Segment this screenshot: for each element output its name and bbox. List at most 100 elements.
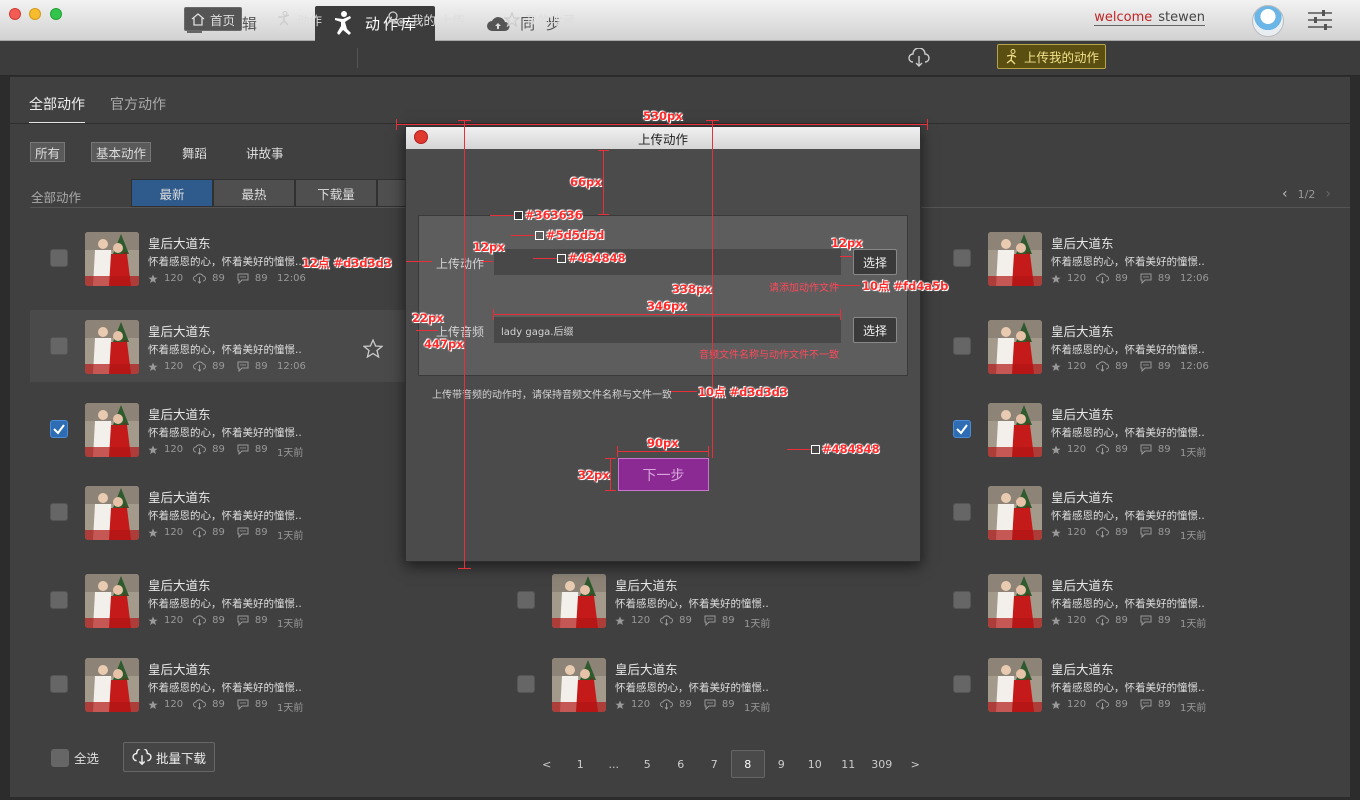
choose-action-button[interactable]: 选择 — [853, 249, 897, 275]
avatar[interactable] — [1252, 5, 1284, 37]
list-item[interactable]: 皇后大道东 怀着感恩的心，怀着美好的憧憬.. 120 89 89 12:06 — [30, 310, 410, 382]
item-thumbnail[interactable] — [988, 658, 1042, 712]
sort-downloads[interactable]: 下载量 — [295, 179, 377, 207]
upload-audio-field[interactable]: lady gaga.后缀 — [494, 317, 841, 343]
tab-all-actions[interactable]: 全部动作 — [29, 94, 85, 124]
cloud-download-icon — [193, 444, 207, 455]
page-button[interactable]: 6 — [664, 750, 698, 778]
item-thumbnail[interactable] — [85, 320, 139, 374]
item-thumbnail[interactable] — [85, 403, 139, 457]
item-thumbnail[interactable] — [988, 232, 1042, 286]
measure-338-line — [712, 120, 713, 458]
item-downloads: 89 — [1115, 615, 1128, 626]
list-item[interactable]: 皇后大道东 怀着感恩的心，怀着美好的憧憬.. 120 89 89 1天前 — [933, 564, 1360, 636]
measure-447-label: 447px — [424, 337, 464, 351]
next-step-button[interactable]: 下一步 — [618, 458, 709, 491]
next-page-button[interactable]: > — [899, 750, 933, 778]
item-thumbnail[interactable] — [552, 574, 606, 628]
item-description: 怀着感恩的心，怀着美好的憧憬.. — [148, 256, 302, 268]
welcome-user[interactable]: welcome stewen — [1094, 10, 1205, 26]
choose-audio-button[interactable]: 选择 — [853, 317, 897, 343]
page-button[interactable]: 5 — [631, 750, 665, 778]
item-checkbox[interactable] — [50, 337, 68, 355]
item-thumbnail[interactable] — [85, 574, 139, 628]
upload-my-action-button[interactable]: 上传我的动作 — [997, 44, 1107, 69]
settings-sliders-icon[interactable] — [1308, 10, 1332, 30]
prev-page-button[interactable]: < — [530, 750, 564, 778]
list-item[interactable]: 皇后大道东 怀着感恩的心，怀着美好的憧憬.. 120 89 89 1天前 — [30, 476, 470, 548]
filter-all[interactable]: 所有 — [30, 142, 66, 162]
nav-my-favorites[interactable]: 我的收藏 — [498, 7, 581, 31]
item-thumbnail[interactable] — [552, 658, 606, 712]
favorite-star-icon[interactable] — [363, 339, 383, 358]
cloud-download-icon — [132, 748, 152, 765]
item-title: 皇后大道东 — [1051, 324, 1114, 339]
item-thumbnail[interactable] — [988, 486, 1042, 540]
sort-newest[interactable]: 最新 — [131, 179, 213, 207]
list-item[interactable]: 皇后大道东 怀着感恩的心，怀着美好的憧憬.. 120 89 89 1天前 — [497, 648, 937, 720]
item-thumbnail[interactable] — [85, 232, 139, 286]
star-icon — [1051, 445, 1061, 454]
window-close-button[interactable] — [9, 8, 21, 20]
window-maximize-button[interactable] — [50, 8, 62, 20]
item-checkbox[interactable] — [50, 591, 68, 609]
color-swatch — [514, 211, 523, 220]
star-icon — [1051, 616, 1061, 625]
item-checkbox[interactable] — [953, 337, 971, 355]
nav-my-uploads[interactable]: 我的 上传 — [380, 7, 471, 31]
filter-dance[interactable]: 舞蹈 — [178, 142, 211, 162]
cloud-download-icon — [1096, 699, 1110, 710]
cloud-download-icon[interactable] — [908, 48, 930, 68]
item-checkbox[interactable] — [517, 675, 535, 693]
list-item[interactable]: 皇后大道东 怀着感恩的心，怀着美好的憧憬.. 120 89 89 1天前 — [497, 564, 937, 636]
item-checkbox[interactable] — [953, 675, 971, 693]
item-thumbnail[interactable] — [988, 320, 1042, 374]
filter-story[interactable]: 讲故事 — [242, 142, 288, 162]
list-item[interactable]: 皇后大道东 怀着感恩的心，怀着美好的憧憬.. 120 89 89 12:06 — [933, 310, 1360, 382]
list-item[interactable]: 皇后大道东 怀着感恩的心，怀着美好的憧憬.. 120 89 89 1天前 — [933, 393, 1360, 465]
item-checkbox[interactable] — [953, 591, 971, 609]
page-button[interactable]: 9 — [765, 750, 799, 778]
page-button[interactable]: 8 — [731, 750, 765, 778]
item-checkbox[interactable] — [50, 420, 68, 438]
list-item[interactable]: 皇后大道东 怀着感恩的心，怀着美好的憧憬.. 120 89 89 1天前 — [30, 393, 470, 465]
item-checkbox[interactable] — [953, 503, 971, 521]
prev-page-icon[interactable]: ‹ — [1282, 186, 1288, 202]
nav-home[interactable]: 首页 — [184, 7, 243, 31]
list-item[interactable]: 皇后大道东 怀着感恩的心，怀着美好的憧憬.. 120 89 89 1天前 — [30, 648, 470, 720]
item-thumbnail[interactable] — [988, 403, 1042, 457]
item-checkbox[interactable] — [953, 420, 971, 438]
tab-official-actions[interactable]: 官方动作 — [110, 94, 166, 114]
page-button[interactable]: 309 — [865, 750, 899, 778]
page-button[interactable]: 1 — [564, 750, 598, 778]
filter-basic[interactable]: 基本动作 — [91, 142, 152, 162]
item-thumbnail[interactable] — [988, 574, 1042, 628]
item-checkbox[interactable] — [517, 591, 535, 609]
item-title: 皇后大道东 — [1051, 490, 1114, 505]
page-button[interactable]: 7 — [698, 750, 732, 778]
list-item[interactable]: 皇后大道东 怀着感恩的心，怀着美好的憧憬.. 120 89 89 1天前 — [933, 648, 1360, 720]
list-item[interactable]: 皇后大道东 怀着感恩的心，怀着美好的憧憬.. 120 89 89 1天前 — [30, 564, 470, 636]
list-item[interactable]: 皇后大道东 怀着感恩的心，怀着美好的憧憬.. 120 89 89 12:06 — [933, 222, 1360, 294]
next-page-icon[interactable]: › — [1325, 186, 1331, 202]
list-item[interactable]: 皇后大道东 怀着感恩的心，怀着美好的憧憬.. 120 89 89 1天前 — [933, 476, 1360, 548]
list-item[interactable]: 皇后大道东 怀着感恩的心，怀着美好的憧憬.. 120 89 89 12:06 — [30, 222, 470, 294]
upload-action-field[interactable] — [494, 249, 841, 275]
cloud-download-icon — [660, 615, 674, 626]
item-thumbnail[interactable] — [85, 658, 139, 712]
sort-hottest[interactable]: 最热 — [213, 179, 295, 207]
item-checkbox[interactable] — [953, 249, 971, 267]
item-checkbox[interactable] — [50, 249, 68, 267]
item-thumbnail[interactable] — [85, 486, 139, 540]
select-all[interactable]: 全选 — [51, 748, 99, 767]
page-button[interactable]: 11 — [832, 750, 866, 778]
nav-action[interactable]: 动作 — [270, 7, 328, 31]
select-all-checkbox[interactable] — [51, 748, 69, 767]
item-checkbox[interactable] — [50, 503, 68, 521]
batch-download-button[interactable]: 批量下载 — [123, 742, 216, 772]
item-likes: 120 — [1067, 444, 1087, 455]
item-checkbox[interactable] — [50, 675, 68, 693]
dialog-close-button[interactable] — [414, 130, 428, 144]
page-button[interactable]: 10 — [798, 750, 832, 778]
window-minimize-button[interactable] — [29, 8, 41, 20]
